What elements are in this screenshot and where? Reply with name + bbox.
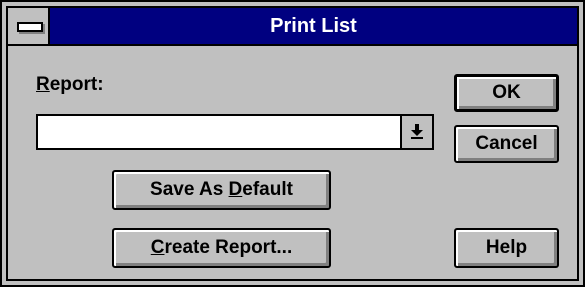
save-as-default-text-pre: Save As xyxy=(150,179,229,200)
report-label-mnemonic: R xyxy=(36,74,50,95)
save-as-default-label: Save As Default xyxy=(150,172,293,207)
help-button[interactable]: Help xyxy=(454,228,559,268)
dropdown-arrow-icon xyxy=(411,124,423,139)
create-report-mnemonic: C xyxy=(150,237,165,258)
save-as-default-button[interactable]: Save As Default xyxy=(112,170,331,210)
title-bar[interactable]: Print List xyxy=(8,8,577,46)
dialog-frame: Print List Report: OK Cancel Save As Def… xyxy=(6,6,579,281)
report-label: Report: xyxy=(36,74,104,96)
print-list-dialog: Print List Report: OK Cancel Save As Def… xyxy=(0,0,585,287)
ok-button-label: OK xyxy=(492,82,521,103)
dialog-title: Print List xyxy=(270,15,357,37)
create-report-button[interactable]: Create Report... xyxy=(112,228,331,268)
report-label-text: eport: xyxy=(49,74,104,95)
save-as-default-text-post: efault xyxy=(242,179,293,200)
system-menu-icon xyxy=(17,22,43,32)
save-as-default-mnemonic: D xyxy=(228,179,243,200)
cancel-button-label: Cancel xyxy=(475,133,538,154)
create-report-text: reate Report... xyxy=(164,237,293,258)
report-combobox[interactable] xyxy=(36,114,434,150)
report-dropdown-button[interactable] xyxy=(400,116,432,148)
create-report-label: Create Report... xyxy=(151,230,293,265)
system-menu-button[interactable] xyxy=(8,8,50,44)
ok-button[interactable]: OK xyxy=(454,74,559,112)
cancel-button[interactable]: Cancel xyxy=(454,125,559,163)
help-button-label: Help xyxy=(485,237,528,258)
